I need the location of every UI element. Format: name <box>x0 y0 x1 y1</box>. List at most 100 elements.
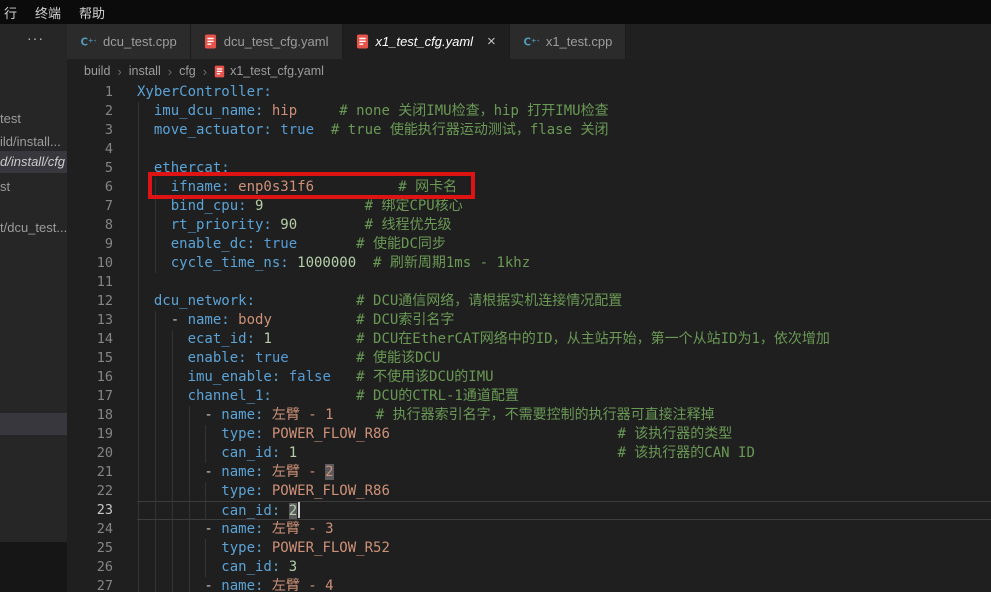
code-line-content[interactable]: bind_cpu: 9 # 绑定CPU核心 <box>137 197 991 216</box>
code-line-3[interactable]: 3 move_actuator: true # true 使能执行器运动测试，f… <box>67 121 991 140</box>
code-line-23[interactable]: 23 can_id: 2 <box>67 501 991 520</box>
line-number[interactable]: 1 <box>67 83 137 102</box>
line-number[interactable]: 7 <box>67 197 137 216</box>
code-line-content[interactable]: enable_dc: true # 使能DC同步 <box>137 235 991 254</box>
code-line-27[interactable]: 27 - name: 左臂 - 4 <box>67 577 991 592</box>
tab-x1_test.cpp[interactable]: C++x1_test.cpp <box>510 24 627 59</box>
line-number[interactable]: 21 <box>67 463 137 482</box>
line-number[interactable]: 27 <box>67 577 137 592</box>
breadcrumb-segment[interactable]: install <box>129 64 161 78</box>
code-line-16[interactable]: 16 imu_enable: false # 不使用该DCU的IMU <box>67 368 991 387</box>
code-line-20[interactable]: 20 can_id: 1 # 该执行器的CAN ID <box>67 444 991 463</box>
code-line-1[interactable]: 1XyberController: <box>67 83 991 102</box>
line-number[interactable]: 10 <box>67 254 137 273</box>
code-line-26[interactable]: 26 can_id: 3 <box>67 558 991 577</box>
code-line-content[interactable]: imu_enable: false # 不使用该DCU的IMU <box>137 368 991 387</box>
code-editor[interactable]: 1XyberController:2 imu_dcu_name: hip # n… <box>67 83 991 592</box>
code-line-content[interactable]: dcu_network: # DCU通信网络，请根据实机连接情况配置 <box>137 292 991 311</box>
code-line-24[interactable]: 24 - name: 左臂 - 3 <box>67 520 991 539</box>
line-number[interactable]: 9 <box>67 235 137 254</box>
code-line-content[interactable]: channel_1: # DCU的CTRL-1通道配置 <box>137 387 991 406</box>
code-line-content[interactable]: ethercat: <box>137 159 991 178</box>
code-line-19[interactable]: 19 type: POWER_FLOW_R86 # 该执行器的类型 <box>67 425 991 444</box>
code-line-5[interactable]: 5 ethercat: <box>67 159 991 178</box>
code-line-content[interactable]: - name: 左臂 - 1 # 执行器索引名字，不需要控制的执行器可直接注释掉 <box>137 406 991 425</box>
side-panel-item[interactable]: t/dcu_test... <box>0 217 67 239</box>
code-line-content[interactable]: can_id: 3 <box>137 558 991 577</box>
code-line-content[interactable] <box>137 140 991 159</box>
side-panel-item[interactable]: test <box>0 108 67 130</box>
code-line-content[interactable]: - name: 左臂 - 2 <box>137 463 991 482</box>
breadcrumb-segment[interactable]: build <box>84 64 110 78</box>
line-number[interactable]: 19 <box>67 425 137 444</box>
line-number[interactable]: 26 <box>67 558 137 577</box>
line-number[interactable]: 18 <box>67 406 137 425</box>
tab-x1_test_cfg.yaml[interactable]: x1_test_cfg.yaml× <box>343 24 510 59</box>
line-number[interactable]: 20 <box>67 444 137 463</box>
code-line-2[interactable]: 2 imu_dcu_name: hip # none 关闭IMU检查，hip 打… <box>67 102 991 121</box>
code-line-8[interactable]: 8 rt_priority: 90 # 线程优先级 <box>67 216 991 235</box>
code-line-content[interactable]: - name: 左臂 - 3 <box>137 520 991 539</box>
menu-item-2[interactable]: 帮助 <box>70 0 114 24</box>
line-number[interactable]: 3 <box>67 121 137 140</box>
code-line-15[interactable]: 15 enable: true # 使能该DCU <box>67 349 991 368</box>
breadcrumb-segment[interactable]: cfg <box>179 64 196 78</box>
code-line-25[interactable]: 25 type: POWER_FLOW_R52 <box>67 539 991 558</box>
close-icon[interactable]: × <box>487 34 496 49</box>
code-line-content[interactable]: imu_dcu_name: hip # none 关闭IMU检查，hip 打开I… <box>137 102 991 121</box>
code-line-11[interactable]: 11 <box>67 273 991 292</box>
menu-item-1[interactable]: 终端 <box>26 0 70 24</box>
code-line-content[interactable]: enable: true # 使能该DCU <box>137 349 991 368</box>
code-line-content[interactable]: type: POWER_FLOW_R52 <box>137 539 991 558</box>
code-line-content[interactable]: type: POWER_FLOW_R86 <box>137 482 991 501</box>
code-line-content[interactable] <box>137 273 991 292</box>
code-line-content[interactable]: ecat_id: 1 # DCU在EtherCAT网络中的ID，从主站开始，第一… <box>137 330 991 349</box>
breadcrumb[interactable]: build›install›cfg›x1_test_cfg.yaml <box>67 59 991 83</box>
code-line-content[interactable]: can_id: 1 # 该执行器的CAN ID <box>137 444 991 463</box>
line-number[interactable]: 12 <box>67 292 137 311</box>
code-line-22[interactable]: 22 type: POWER_FLOW_R86 <box>67 482 991 501</box>
more-actions-icon[interactable]: ··· <box>27 30 44 46</box>
line-number[interactable]: 11 <box>67 273 137 292</box>
code-line-content[interactable]: rt_priority: 90 # 线程优先级 <box>137 216 991 235</box>
tab-dcu_test.cpp[interactable]: C++dcu_test.cpp <box>67 24 191 59</box>
line-number[interactable]: 17 <box>67 387 137 406</box>
code-line-12[interactable]: 12 dcu_network: # DCU通信网络，请根据实机连接情况配置 <box>67 292 991 311</box>
line-number[interactable]: 14 <box>67 330 137 349</box>
code-line-21[interactable]: 21 - name: 左臂 - 2 <box>67 463 991 482</box>
code-line-7[interactable]: 7 bind_cpu: 9 # 绑定CPU核心 <box>67 197 991 216</box>
code-line-4[interactable]: 4 <box>67 140 991 159</box>
code-line-9[interactable]: 9 enable_dc: true # 使能DC同步 <box>67 235 991 254</box>
code-line-6[interactable]: 6 ifname: enp0s31f6 # 网卡名 <box>67 178 991 197</box>
side-panel-item[interactable]: d/install/cfg <box>0 151 67 173</box>
code-line-18[interactable]: 18 - name: 左臂 - 1 # 执行器索引名字，不需要控制的执行器可直接… <box>67 406 991 425</box>
breadcrumb-file[interactable]: x1_test_cfg.yaml <box>214 64 324 78</box>
menu-item-0[interactable]: 行 <box>0 0 26 24</box>
code-line-content[interactable]: XyberController: <box>137 83 991 102</box>
code-line-content[interactable]: move_actuator: true # true 使能执行器运动测试，fla… <box>137 121 991 140</box>
line-number[interactable]: 8 <box>67 216 137 235</box>
line-number[interactable]: 22 <box>67 482 137 501</box>
code-line-14[interactable]: 14 ecat_id: 1 # DCU在EtherCAT网络中的ID，从主站开始… <box>67 330 991 349</box>
line-number[interactable]: 25 <box>67 539 137 558</box>
line-number[interactable]: 5 <box>67 159 137 178</box>
code-line-content[interactable]: cycle_time_ns: 1000000 # 刷新周期1ms - 1khz <box>137 254 991 273</box>
side-panel-item[interactable] <box>0 413 67 435</box>
line-number[interactable]: 4 <box>67 140 137 159</box>
code-line-content[interactable]: type: POWER_FLOW_R86 # 该执行器的类型 <box>137 425 991 444</box>
code-line-17[interactable]: 17 channel_1: # DCU的CTRL-1通道配置 <box>67 387 991 406</box>
side-panel-item[interactable]: ild/install... <box>0 131 67 153</box>
line-number[interactable]: 23 <box>67 501 137 520</box>
code-line-content[interactable]: - name: body # DCU索引名字 <box>137 311 991 330</box>
side-panel[interactable]: ··· testild/install...d/install/cfg st t/d… <box>0 24 67 592</box>
tab-dcu_test_cfg.yaml[interactable]: dcu_test_cfg.yaml <box>191 24 343 59</box>
line-number[interactable]: 16 <box>67 368 137 387</box>
code-line-content[interactable]: ifname: enp0s31f6 # 网卡名 <box>137 178 991 197</box>
line-number[interactable]: 24 <box>67 520 137 539</box>
line-number[interactable]: 2 <box>67 102 137 121</box>
line-number[interactable]: 15 <box>67 349 137 368</box>
side-panel-item[interactable]: st <box>0 176 67 198</box>
code-line-content[interactable]: can_id: 2 <box>137 501 991 520</box>
line-number[interactable]: 13 <box>67 311 137 330</box>
code-line-content[interactable]: - name: 左臂 - 4 <box>137 577 991 592</box>
